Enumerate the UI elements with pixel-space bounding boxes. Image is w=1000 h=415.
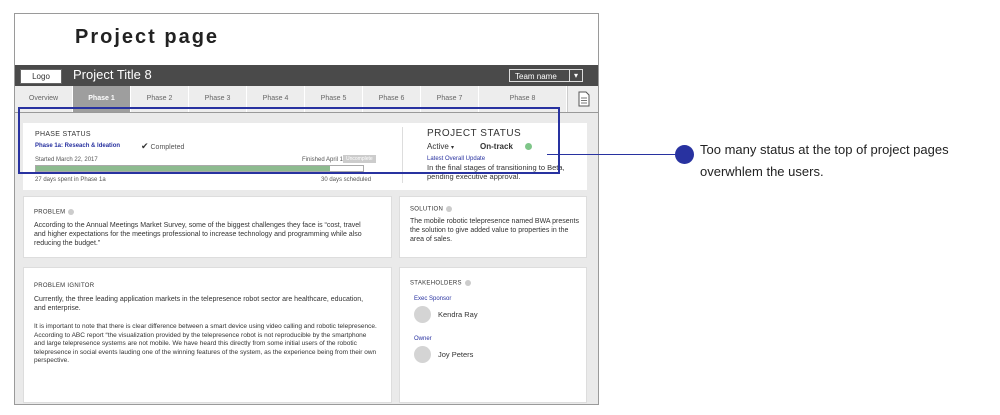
problem-heading: PROBLEM: [34, 209, 75, 216]
project-page-frame: Project page Logo Project Title 8 Team n…: [14, 13, 599, 405]
solution-card: SOLUTION The mobile robotic telepresence…: [399, 196, 587, 258]
page-title: Project page: [75, 26, 220, 48]
solution-heading: SOLUTION: [410, 206, 453, 213]
problem-text: According to the Annual Meetings Market …: [34, 222, 362, 247]
exec-sponsor-name[interactable]: Kendra Ray: [438, 310, 478, 319]
stakeholders-heading-text: STAKEHOLDERS: [410, 280, 462, 287]
avatar[interactable]: [414, 306, 431, 323]
owner-label: Owner: [414, 336, 432, 342]
owner-name[interactable]: Joy Peters: [438, 350, 473, 359]
problem-heading-text: PROBLEM: [34, 209, 66, 216]
callout-dot: [675, 145, 694, 164]
team-dropdown[interactable]: Team name ▾: [509, 69, 583, 82]
logo[interactable]: Logo: [20, 69, 62, 84]
problem-ignitor-para-2: It is important to note that there is cl…: [34, 323, 377, 364]
problem-ignitor-heading: PROBLEM IGNITOR: [34, 283, 95, 289]
top-bar: Logo Project Title 8 Team name ▾: [15, 65, 598, 86]
document-icon[interactable]: [567, 86, 598, 112]
callout-line: [547, 154, 684, 155]
stakeholders-card: STAKEHOLDERS Exec Sponsor Kendra Ray Own…: [399, 267, 587, 403]
days-scheduled: 30 days scheduled: [321, 177, 372, 183]
exec-sponsor-label: Exec Sponsor: [414, 296, 452, 302]
highlight-box: [18, 107, 560, 174]
problem-card: PROBLEM According to the Annual Meetings…: [23, 196, 392, 258]
problem-ignitor-card: PROBLEM IGNITOR Currently, the three lea…: [23, 267, 392, 403]
solution-heading-text: SOLUTION: [410, 206, 444, 213]
info-icon[interactable]: [464, 280, 471, 286]
stakeholders-heading: STAKEHOLDERS: [410, 280, 471, 287]
callout-text: Too many status at the top of project pa…: [700, 142, 949, 179]
info-icon[interactable]: [68, 209, 75, 215]
team-name: Team name: [515, 72, 557, 81]
project-title: Project Title 8: [73, 67, 152, 82]
avatar[interactable]: [414, 346, 431, 363]
info-icon[interactable]: [446, 206, 453, 212]
chevron-down-icon[interactable]: ▾: [569, 69, 582, 82]
problem-ignitor-para-1: Currently, the three leading application…: [34, 296, 364, 312]
days-spent: 27 days spent in Phase 1a: [35, 177, 106, 183]
solution-text: The mobile robotic telepresence named BW…: [410, 218, 579, 243]
